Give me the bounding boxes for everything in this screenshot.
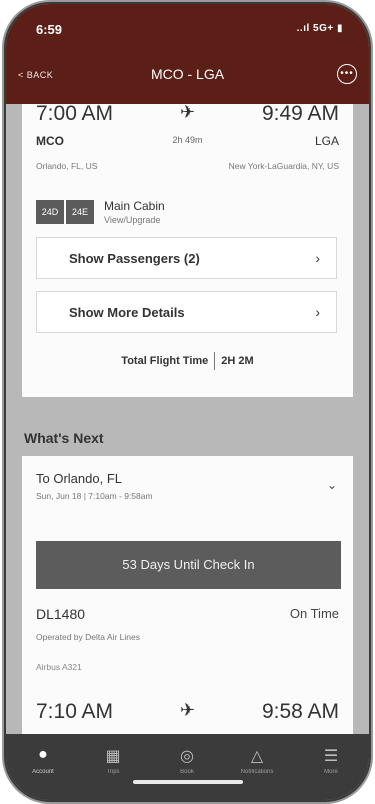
airport-codes-row: MCO 2h 49m LGA <box>36 134 339 148</box>
cities-row: Orlando, FL, US New York-LaGuardia, NY, … <box>36 161 339 171</box>
arrive-time: 9:49 AM <box>261 104 339 125</box>
operated-by: Operated by Delta Air Lines <box>36 632 140 642</box>
tab-label: Notifications <box>240 769 274 775</box>
tab-book[interactable]: ◎ Book <box>158 746 216 775</box>
tab-label: More <box>324 769 338 775</box>
signal-battery-icon: ..ıl 5G+ ▮ <box>296 23 343 34</box>
flight-duration: 2h 49m <box>172 135 203 145</box>
scroll-content[interactable]: 7:00 AM ✈ 9:49 AM MCO 2h 49m LGA Orlando… <box>6 104 369 734</box>
total-time-label: Total Flight Time <box>121 354 209 367</box>
bell-icon: △ <box>250 748 264 765</box>
flight-status: On Time <box>289 606 339 621</box>
flight-number: DL1480 <box>36 606 86 622</box>
tab-label: Trips <box>106 769 120 775</box>
next-trip-card: To Orlando, FL Sun, Jun 18 | 7:10am - 9:… <box>22 456 353 734</box>
ellipsis-circle-icon[interactable]: ••• <box>337 64 357 84</box>
app-header: 6:59 ..ıl 5G+ ▮ < BACK MCO - LGA ••• <box>6 4 369 104</box>
destination-code: LGA <box>314 134 339 148</box>
chevron-down-icon[interactable]: ⌄ <box>327 478 337 492</box>
chevron-right-icon: › <box>315 304 320 320</box>
flight-card: 7:00 AM ✈ 9:49 AM MCO 2h 49m LGA Orlando… <box>22 104 353 397</box>
compass-icon: ◎ <box>180 748 194 765</box>
chevron-right-icon: › <box>315 250 320 266</box>
cabin-name: Main Cabin <box>104 199 165 213</box>
next-arrive-time: 9:58 AM <box>261 700 339 723</box>
aircraft-type: Airbus A321 <box>36 662 82 672</box>
seat-badge: 24E <box>66 200 94 224</box>
tab-notifications[interactable]: △ Notifications <box>228 746 286 775</box>
tab-more[interactable]: ☰ More <box>302 746 360 775</box>
total-time-value: 2H 2M <box>221 354 254 367</box>
bottom-tab-bar: ● Account ▦ Trips ◎ Book △ Notifications… <box>6 734 369 800</box>
trip-title[interactable]: To Orlando, FL <box>36 471 122 486</box>
show-passengers-button[interactable]: Show Passengers (2) › <box>36 237 337 279</box>
origin-city: Orlando, FL, US <box>36 161 98 171</box>
nav-bar: < BACK MCO - LGA ••• <box>6 62 369 92</box>
section-heading: What's Next <box>24 430 104 446</box>
phone-screen: 6:59 ..ıl 5G+ ▮ < BACK MCO - LGA ••• 7:0… <box>6 4 369 800</box>
trip-subtitle: Sun, Jun 18 | 7:10am - 9:58am <box>36 491 153 501</box>
view-upgrade-link[interactable]: View/Upgrade <box>104 215 165 225</box>
tab-label: Account <box>32 769 54 775</box>
status-bar: 6:59 ..ıl 5G+ ▮ <box>6 4 369 44</box>
person-icon: ● <box>38 746 48 763</box>
seat-badge: 24D <box>36 200 64 224</box>
show-passengers-label: Show Passengers (2) <box>69 251 200 266</box>
menu-icon: ☰ <box>323 748 339 765</box>
total-flight-time: Total Flight Time 2H 2M <box>22 352 353 370</box>
tab-label: Book <box>180 769 194 775</box>
destination-city: New York-LaGuardia, NY, US <box>228 161 339 171</box>
cabin-info[interactable]: Main Cabin View/Upgrade <box>104 199 165 225</box>
show-more-details-button[interactable]: Show More Details › <box>36 291 337 333</box>
home-indicator[interactable] <box>133 780 243 784</box>
tab-trips[interactable]: ▦ Trips <box>84 746 142 775</box>
tab-account[interactable]: ● Account <box>14 746 72 775</box>
check-in-countdown: 53 Days Until Check In <box>36 541 341 589</box>
status-time: 6:59 <box>36 22 63 37</box>
seat-badges: 24D 24E <box>36 200 96 224</box>
page-title: MCO - LGA <box>150 66 225 82</box>
boarding-pass-icon: ▦ <box>105 748 121 765</box>
show-details-label: Show More Details <box>69 305 185 320</box>
divider <box>214 352 216 370</box>
